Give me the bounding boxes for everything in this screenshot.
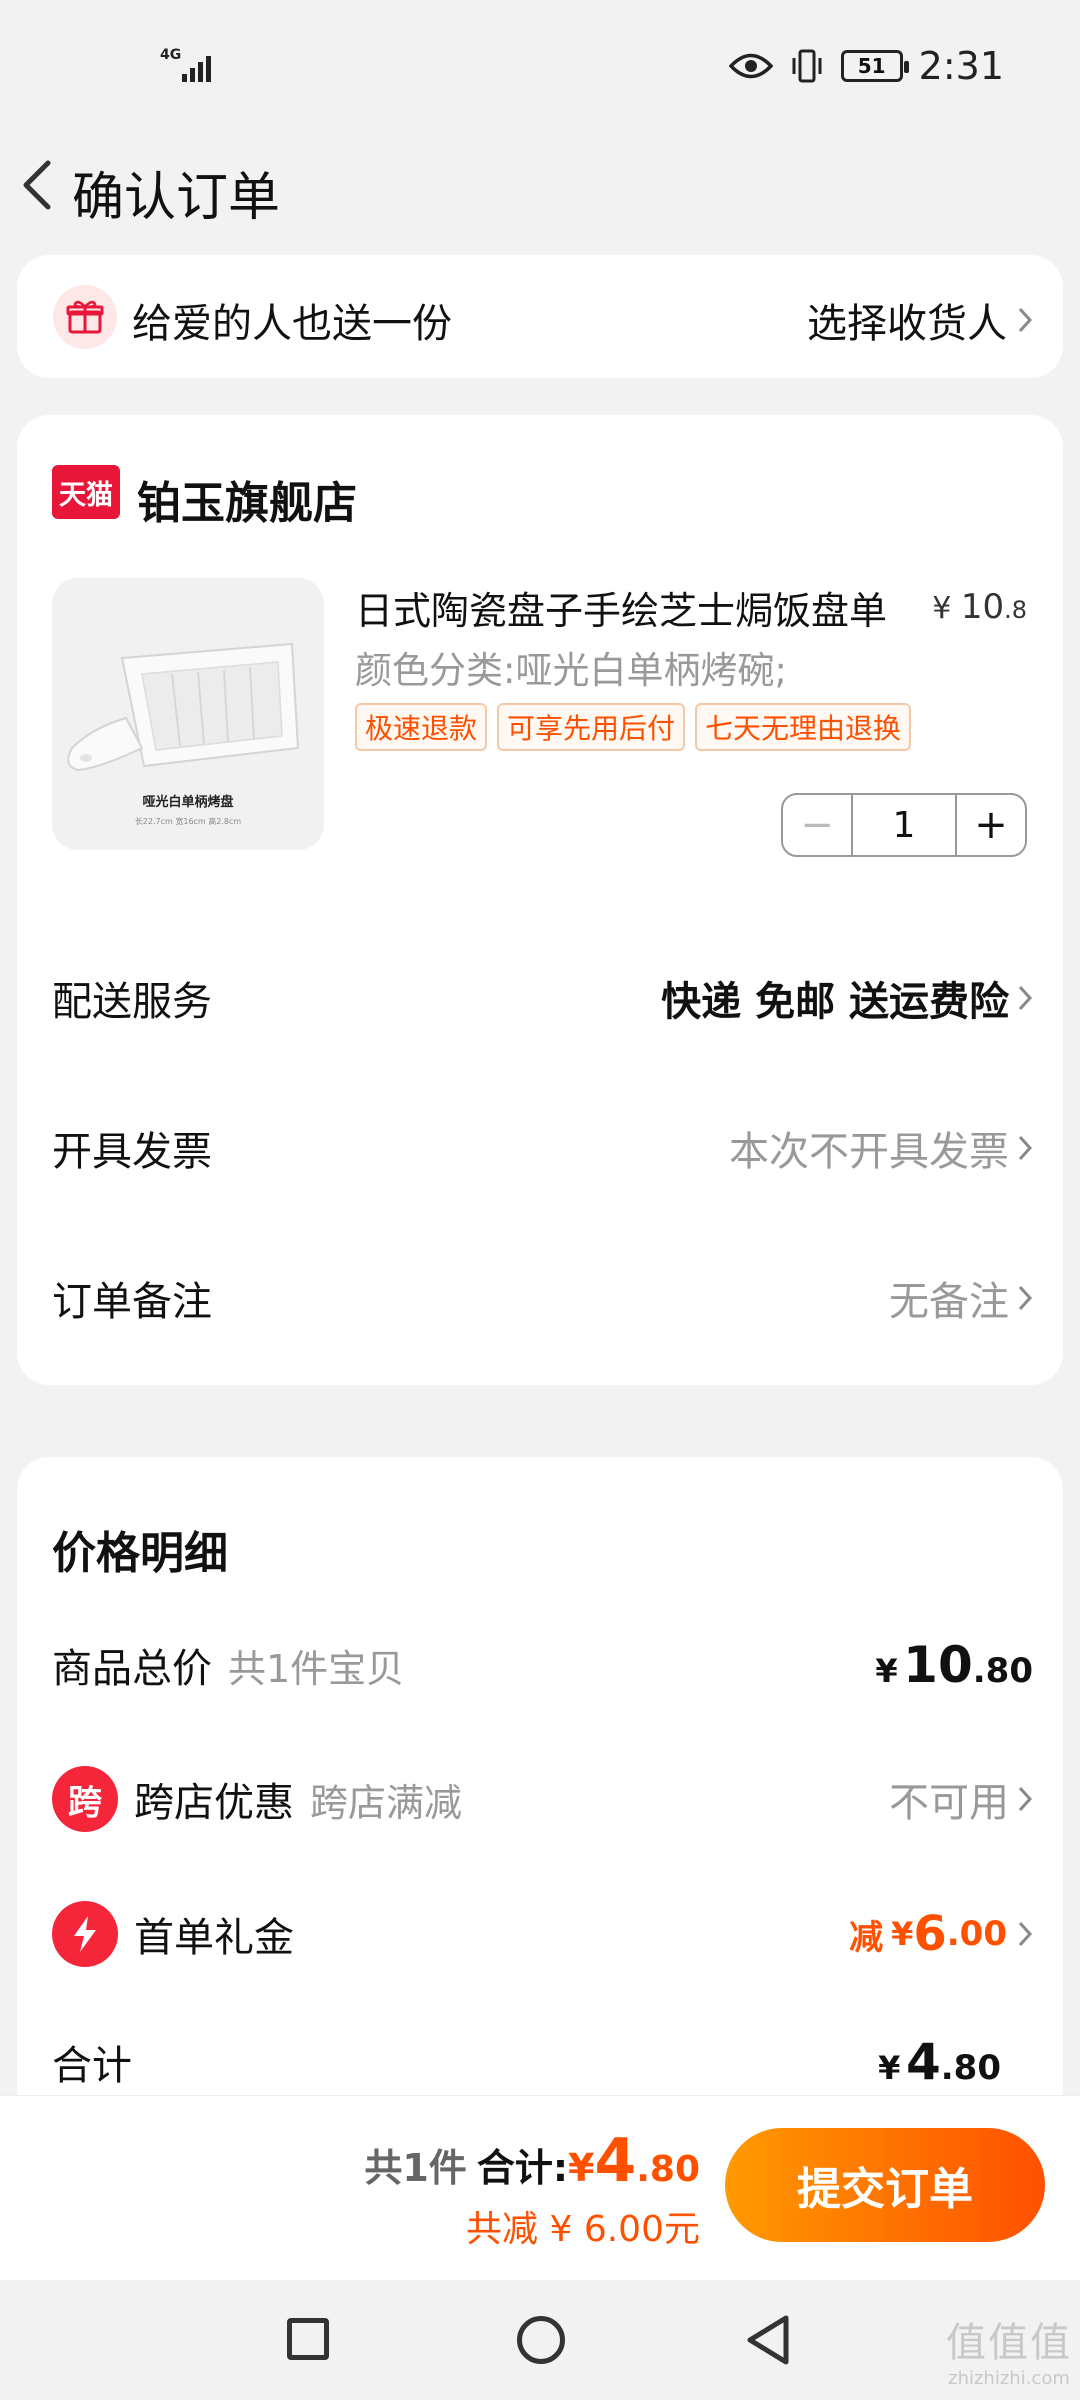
- cross-store-icon: 跨: [52, 1766, 118, 1832]
- select-recipient-link[interactable]: 选择收货人: [807, 291, 1033, 349]
- gift-text: 给爱的人也送一份: [132, 301, 452, 347]
- clock: 2:31: [918, 44, 1004, 88]
- cross-store-label: 跨店优惠: [134, 1780, 294, 1826]
- chevron-right-icon: [1018, 1786, 1033, 1812]
- chevron-right-icon: [1018, 1285, 1033, 1311]
- price-detail-title: 价格明细: [52, 1528, 228, 1579]
- increase-button[interactable]: +: [955, 795, 1025, 855]
- battery-level: 51: [857, 54, 886, 78]
- order-summary: 共1件 合计:¥4.80 共减 ¥ 6.00元: [364, 2126, 700, 2252]
- saved-amount: 共减 ¥ 6.00元: [466, 2209, 700, 2250]
- item-count: 共1件: [364, 2146, 467, 2190]
- watermark-url: zhizhizhi.com: [948, 2368, 1070, 2389]
- goods-total-value: ¥ 10.80: [875, 1636, 1033, 1694]
- product-image[interactable]: 哑光白单柄烤盘 长22.7cm 宽16cm 高2.8cm: [52, 578, 324, 850]
- first-order-discount: 减 ¥ 6.00: [849, 1906, 1033, 1962]
- quantity-value[interactable]: 1: [853, 795, 955, 855]
- invoice-row[interactable]: 开具发票 本次不开具发票: [52, 1113, 1033, 1183]
- invoice-value: 本次不开具发票: [729, 1119, 1033, 1177]
- delivery-value: 快递 免邮 送运费险: [661, 969, 1033, 1027]
- remark-label: 订单备注: [52, 1279, 212, 1325]
- tmall-logo-text: 天猫: [59, 479, 113, 511]
- baking-dish-image: 哑光白单柄烤盘 长22.7cm 宽16cm 高2.8cm: [52, 578, 324, 850]
- system-nav-bar: 值值值 zhizhizhi.com: [0, 2280, 1080, 2400]
- remark-value: 无备注: [889, 1269, 1033, 1327]
- nav-bar: 确认订单: [0, 135, 1080, 235]
- chevron-right-icon: [1018, 307, 1033, 333]
- delivery-row[interactable]: 配送服务 快递 免邮 送运费险: [52, 963, 1033, 1033]
- checkout-bar: 共1件 合计:¥4.80 共减 ¥ 6.00元 提交订单: [0, 2095, 1080, 2280]
- chevron-right-icon: [1018, 1921, 1033, 1947]
- delivery-label: 配送服务: [52, 979, 212, 1025]
- product-title[interactable]: 日式陶瓷盘子手绘芝士焗饭盘单: [355, 580, 887, 635]
- chevron-right-icon: [1018, 985, 1033, 1011]
- network-type: 4G: [160, 47, 182, 63]
- product-variant[interactable]: 颜色分类:哑光白单柄烤碗;: [355, 640, 787, 694]
- goods-count: 共1件宝贝: [228, 1646, 405, 1691]
- total-value: ¥ 4.80: [878, 2033, 1001, 2091]
- tmall-logo: 天猫: [52, 465, 120, 519]
- gift-icon: [53, 285, 117, 349]
- quantity-stepper: − 1 +: [781, 793, 1027, 857]
- chevron-right-icon: [1018, 1135, 1033, 1161]
- select-recipient-label: 选择收货人: [807, 301, 1007, 347]
- decrease-button[interactable]: −: [783, 795, 853, 855]
- tag-fast-refund: 极速退款: [355, 703, 488, 751]
- lightning-icon: [52, 1901, 118, 1967]
- watermark-logo: 值值值: [946, 2320, 1072, 2366]
- battery-icon: 51: [840, 50, 909, 82]
- vibrate-icon: [792, 49, 822, 83]
- status-right: 51 2:31: [728, 44, 1004, 88]
- tag-pay-later: 可享先用后付: [497, 703, 686, 751]
- submit-order-button[interactable]: 提交订单: [725, 2128, 1045, 2242]
- watermark: 值值值 zhizhizhi.com: [946, 2310, 1072, 2389]
- back-arrow-icon[interactable]: [18, 157, 58, 213]
- gift-card[interactable]: 给爱的人也送一份 选择收货人: [17, 255, 1063, 378]
- product-price: ¥ 10.8: [932, 587, 1027, 627]
- service-tags: 极速退款 可享先用后付 七天无理由退换: [355, 703, 912, 751]
- remark-row[interactable]: 订单备注 无备注: [52, 1263, 1033, 1333]
- invoice-label: 开具发票: [52, 1129, 212, 1175]
- total-label: 合计: [52, 2043, 132, 2089]
- page-title: 确认订单: [72, 168, 281, 228]
- cross-store-sub: 跨店满减: [310, 1780, 463, 1825]
- back-button[interactable]: [744, 2314, 792, 2366]
- first-order-row[interactable]: 首单礼金 减 ¥ 6.00: [52, 1899, 1033, 1969]
- shop-name[interactable]: 铂玉旗舰店: [137, 467, 357, 531]
- signal-icon: 4G: [160, 46, 220, 86]
- order-card: 天猫 铂玉旗舰店 哑光白单柄烤盘 长22.7cm 宽16cm 高2.8cm 日式…: [17, 415, 1063, 1385]
- cross-store-value: 不可用: [889, 1770, 1033, 1828]
- price-detail-card: 价格明细 商品总价 共1件宝贝 ¥ 10.80 跨 跨店优惠 跨店满减 不可用 …: [17, 1457, 1063, 2097]
- total-amount: ¥4.80: [568, 2126, 700, 2196]
- home-button[interactable]: [517, 2316, 565, 2364]
- goods-total-label: 商品总价: [52, 1646, 212, 1692]
- first-order-label: 首单礼金: [134, 1915, 294, 1961]
- thumb-dimensions: 长22.7cm 宽16cm 高2.8cm: [135, 816, 242, 826]
- cross-store-row[interactable]: 跨 跨店优惠 跨店满减 不可用: [52, 1764, 1033, 1834]
- eye-icon: [728, 53, 773, 79]
- total-row: 合计 ¥ 4.80: [52, 2027, 1033, 2097]
- goods-total-row: 商品总价 共1件宝贝 ¥ 10.80: [52, 1630, 1033, 1700]
- tag-seven-day-return: 七天无理由退换: [695, 703, 912, 751]
- total-label: 合计:: [476, 2146, 569, 2190]
- thumb-caption: 哑光白单柄烤盘: [142, 794, 233, 810]
- status-bar: 4G 51 2:31: [0, 0, 1080, 130]
- recents-button[interactable]: [287, 2318, 329, 2360]
